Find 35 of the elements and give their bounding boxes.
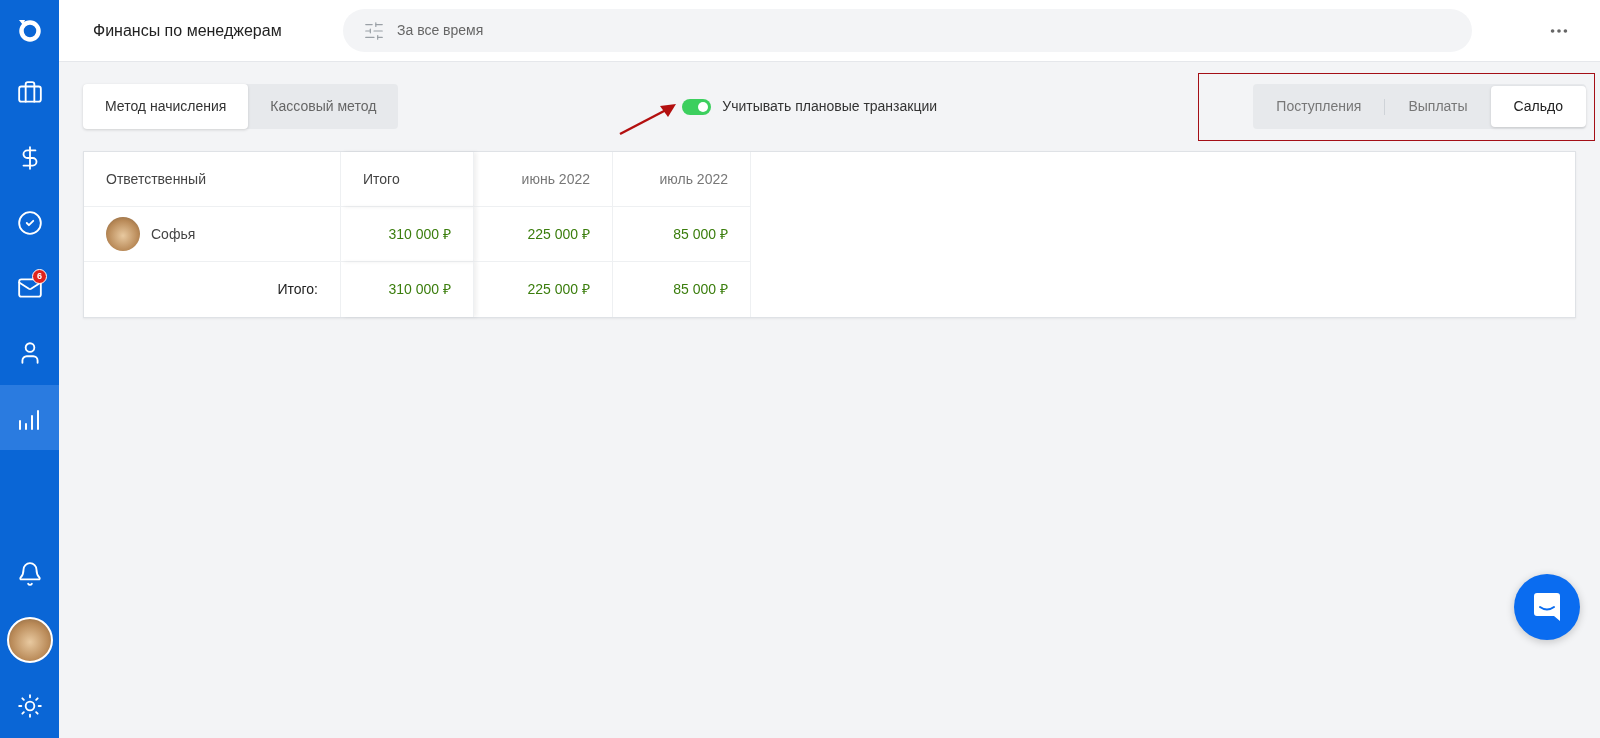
view-tab[interactable]: Поступления bbox=[1253, 86, 1385, 127]
page-title: Финансы по менеджерам bbox=[93, 20, 283, 41]
column-header: Итого bbox=[363, 169, 400, 189]
total-label: Итого: bbox=[277, 280, 318, 299]
amount-cell-text: 310 000 ₽ bbox=[388, 280, 451, 299]
sidebar-item[interactable]: 6 bbox=[0, 255, 59, 320]
method-tab[interactable]: Кассовый метод bbox=[248, 84, 399, 129]
briefcase-icon bbox=[16, 79, 43, 106]
column-header: Ответственный bbox=[106, 169, 206, 189]
method-tab[interactable]: Метод начисления bbox=[83, 84, 249, 129]
amount-cell-text: 310 000 ₽ bbox=[388, 224, 451, 244]
amount-cell-text: 85 000 ₽ bbox=[673, 280, 728, 299]
column-header: июнь 2022 bbox=[521, 169, 590, 189]
view-tab[interactable]: Сальдо bbox=[1490, 86, 1586, 127]
settings-icon bbox=[16, 693, 43, 719]
planned-toggle[interactable] bbox=[682, 98, 712, 115]
amount-cell-text: 225 000 ₽ bbox=[527, 280, 590, 299]
manager-name: Софья bbox=[151, 224, 196, 244]
amount-cell-text: 85 000 ₽ bbox=[673, 224, 728, 244]
period-filter[interactable]: За все время bbox=[343, 9, 1472, 52]
chat-icon bbox=[1533, 592, 1561, 622]
logo-icon bbox=[16, 17, 43, 43]
check-circle-icon bbox=[16, 209, 43, 236]
period-value: За все время bbox=[397, 21, 484, 40]
avatar bbox=[106, 217, 140, 251]
notification-badge: 6 bbox=[32, 269, 47, 284]
column-header: июль 2022 bbox=[659, 169, 728, 189]
sidebar-item[interactable] bbox=[0, 385, 59, 450]
chat-button[interactable] bbox=[1514, 574, 1580, 640]
filter-icon bbox=[363, 19, 385, 42]
bell-icon bbox=[16, 561, 43, 587]
avatar[interactable] bbox=[6, 617, 53, 663]
view-tab[interactable]: Выплаты bbox=[1385, 86, 1491, 127]
toggle-label: Учитывать плановые транзакции bbox=[722, 97, 938, 116]
amount-cell-text: 225 000 ₽ bbox=[527, 224, 590, 244]
